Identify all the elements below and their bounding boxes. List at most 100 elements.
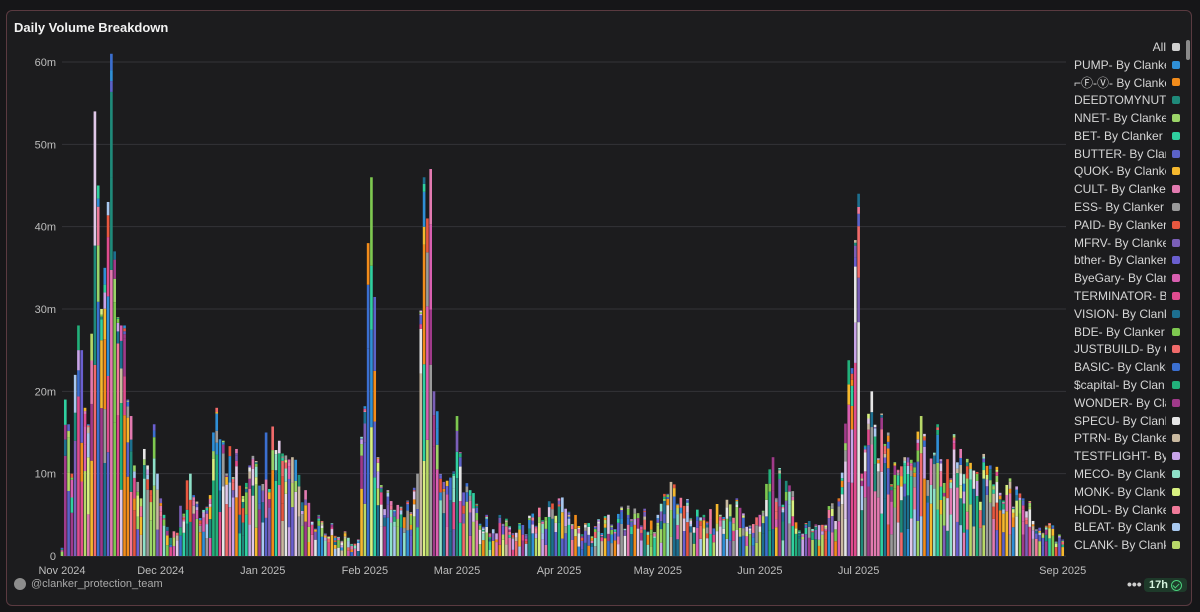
bar-segment — [324, 535, 327, 538]
legend-item[interactable]: QUOK- By Clanker — [1068, 163, 1180, 181]
bar-segment — [620, 510, 623, 512]
bar-segment — [310, 521, 314, 522]
bar-segment — [156, 473, 159, 490]
bar-segment — [896, 522, 900, 556]
bar-segment — [715, 503, 719, 524]
legend-item[interactable]: ⌐Ⓕ-Ⓥ- By Clanker — [1068, 74, 1180, 92]
bar-segment — [771, 529, 775, 556]
legend-item[interactable]: MFRV- By Clanker — [1068, 234, 1180, 252]
legend-item[interactable]: TERMINATOR- By — [1068, 287, 1180, 305]
bar-segment — [982, 478, 986, 526]
legend-item[interactable]: TESTFLIGHT- By — [1068, 447, 1180, 465]
legend-item[interactable]: HODL- By Clanker — [1068, 501, 1180, 519]
bar-segment — [376, 457, 380, 458]
legend-item[interactable]: PTRN- By Clanker — [1068, 430, 1180, 448]
bar-segment — [133, 471, 136, 478]
legend[interactable]: All PUMP- By Clanker ⌐Ⓕ-Ⓥ- By Clanker DEEDT… — [1068, 38, 1180, 558]
bar-segment — [972, 526, 976, 556]
legend-item[interactable]: DEEDTOMYNUTS — [1068, 91, 1180, 109]
legend-item[interactable]: BASIC- By Clanker — [1068, 358, 1180, 376]
bar-segment — [936, 462, 939, 510]
legend-item[interactable]: CLANK- By Clanker — [1068, 536, 1180, 554]
author[interactable]: @clanker_protection_team — [14, 578, 163, 590]
bar-segment — [370, 329, 373, 428]
bar-segment — [883, 453, 887, 458]
legend-label: $capital- By Clan — [1074, 378, 1165, 393]
bar-segment — [811, 532, 814, 540]
bar-segment — [656, 522, 660, 526]
legend-item[interactable]: bther- By Clanker — [1068, 252, 1180, 270]
bar-segment — [531, 533, 535, 556]
bar-segment — [794, 522, 798, 529]
bar-segment — [607, 533, 610, 542]
bar-segment — [376, 505, 380, 556]
legend-swatch — [1172, 220, 1180, 229]
bar-segment — [162, 518, 166, 520]
legend-item[interactable]: NNET- By Clanker — [1068, 109, 1180, 127]
legend-swatch — [1172, 96, 1180, 105]
bar-segment — [284, 468, 288, 482]
legend-item[interactable]: VISION- By Clanker — [1068, 305, 1180, 323]
bar-segment — [185, 523, 189, 556]
bar-segment — [995, 475, 999, 483]
bar-segment — [985, 494, 989, 556]
bar-segment — [557, 522, 561, 556]
legend-item[interactable]: BDE- By Clanker V — [1068, 323, 1180, 341]
legend-item[interactable]: BLEAT- By Clanker — [1068, 519, 1180, 537]
legend-item[interactable]: JUSTBUILD- By C — [1068, 341, 1180, 359]
bar-segment — [719, 520, 722, 527]
bar-segment — [396, 504, 400, 519]
bar-segment — [577, 527, 581, 529]
more-options-button[interactable]: ••• — [1127, 576, 1142, 592]
legend-item[interactable]: $capital- By Clan — [1068, 376, 1180, 394]
bar-segment — [867, 423, 870, 430]
bar-segment — [175, 535, 179, 541]
bar-segment — [1025, 517, 1028, 521]
bar-segment — [567, 514, 571, 517]
bar-segment — [317, 515, 321, 517]
legend-swatch — [1172, 452, 1180, 461]
refresh-status-badge[interactable]: 17h — [1144, 578, 1187, 592]
legend-item[interactable]: ByeGary- By Clanker — [1068, 269, 1180, 287]
legend-item[interactable]: PUMP- By Clanker — [1068, 56, 1180, 74]
bar-segment — [886, 432, 890, 436]
legend-scrollbar[interactable] — [1186, 40, 1190, 60]
legend-item[interactable]: ESS- By Clanker V — [1068, 198, 1180, 216]
bar-segment — [916, 520, 920, 556]
bar-segment — [455, 416, 459, 431]
bar-segment — [419, 324, 423, 329]
legend-item[interactable]: PAID- By Clanker — [1068, 216, 1180, 234]
bar-segment — [412, 487, 416, 491]
legend-item[interactable]: RUSSIN- By Clan — [1068, 554, 1180, 558]
bar-segment — [379, 504, 383, 527]
legend-item[interactable]: CULT- By Clanker V — [1068, 180, 1180, 198]
legend-item[interactable]: MONK- By Clanker — [1068, 483, 1180, 501]
bar-segment — [616, 513, 620, 519]
bar-segment — [949, 488, 953, 515]
legend-item[interactable]: BUTTER- By Clanker — [1068, 145, 1180, 163]
bar-segment — [149, 495, 153, 503]
bar-segment — [840, 504, 844, 556]
legend-item[interactable]: WONDER- By Cla — [1068, 394, 1180, 412]
legend-item-all[interactable]: All — [1068, 38, 1180, 56]
bar-segment — [995, 502, 999, 531]
bar-segment — [686, 505, 689, 513]
bar-segment — [419, 328, 423, 374]
legend-item[interactable]: BET- By Clanker V — [1068, 127, 1180, 145]
bar-segment — [1031, 530, 1035, 539]
bar-segment — [458, 452, 462, 453]
bar-segment — [350, 549, 353, 553]
legend-item[interactable]: MECO- By Clanker — [1068, 465, 1180, 483]
bar-segment — [60, 548, 64, 551]
bar-segment — [863, 445, 867, 448]
bar-segment — [83, 444, 87, 472]
bar-segment — [169, 537, 172, 545]
legend-item[interactable]: SPECU- By Clanker — [1068, 412, 1180, 430]
bar-segment — [175, 540, 179, 556]
bar-segment — [860, 480, 864, 487]
bar-segment — [992, 484, 995, 487]
bar-segment — [814, 529, 818, 540]
bar-segment — [784, 500, 788, 556]
bar-segment — [643, 516, 646, 520]
legend-label: All — [1152, 39, 1166, 54]
